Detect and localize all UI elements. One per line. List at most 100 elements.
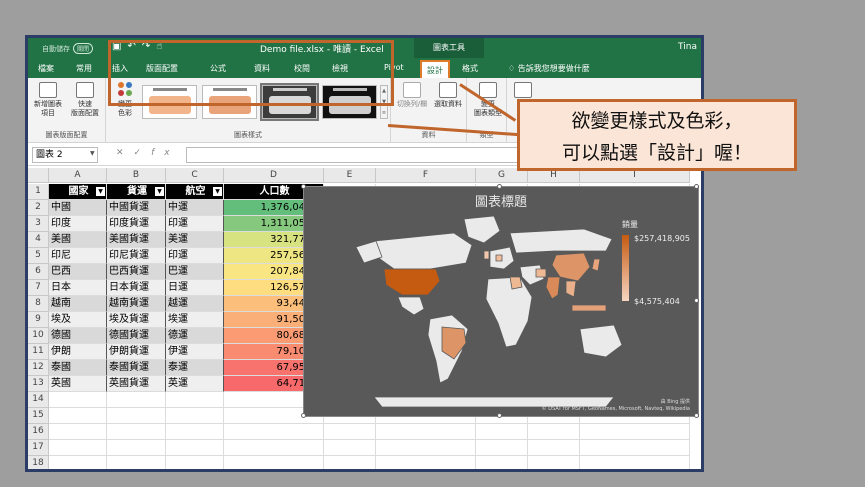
filter-dropdown-icon[interactable]: ▼ (213, 187, 222, 196)
cell-C9[interactable]: 埃運 (166, 312, 224, 328)
move-chart-button[interactable] (512, 82, 534, 100)
cell-B8[interactable]: 越南貨運 (107, 296, 166, 312)
tell-me-search[interactable]: ♢ 告訴我您想要做什麼 (508, 63, 590, 74)
select-all-corner[interactable] (28, 168, 49, 183)
chart-title[interactable]: 圖表標題 (304, 191, 698, 210)
cell-I18[interactable] (580, 456, 690, 469)
cell-C16[interactable] (166, 424, 224, 440)
cell-C2[interactable]: 中運 (166, 200, 224, 216)
tab-format[interactable]: 格式 (462, 63, 478, 74)
row-header-2[interactable]: 2 (28, 200, 49, 216)
cell-H18[interactable] (528, 456, 580, 469)
cell-D17[interactable] (224, 440, 324, 456)
cell-A15[interactable] (49, 408, 107, 424)
tab-file[interactable]: 檔案 (38, 63, 54, 74)
tab-design[interactable]: 設計 (420, 60, 450, 78)
cell-B15[interactable] (107, 408, 166, 424)
cell-D16[interactable] (224, 424, 324, 440)
cell-C11[interactable]: 伊運 (166, 344, 224, 360)
cell-F16[interactable] (376, 424, 476, 440)
enter-icon[interactable]: ✓ (134, 148, 152, 158)
resize-handle-right[interactable] (694, 298, 699, 303)
column-header-E[interactable]: E (324, 168, 376, 183)
cell-B2[interactable]: 中國貨運 (107, 200, 166, 216)
row-header-11[interactable]: 11 (28, 344, 49, 360)
cell-C12[interactable]: 泰運 (166, 360, 224, 376)
cell-C10[interactable]: 德運 (166, 328, 224, 344)
filter-dropdown-icon[interactable]: ▼ (155, 187, 164, 196)
row-header-14[interactable]: 14 (28, 392, 49, 408)
cell-E16[interactable] (324, 424, 376, 440)
row-header-13[interactable]: 13 (28, 376, 49, 392)
cell-A11[interactable]: 伊朗 (49, 344, 107, 360)
cell-C15[interactable] (166, 408, 224, 424)
cell-A5[interactable]: 印尼 (49, 248, 107, 264)
cell-A9[interactable]: 埃及 (49, 312, 107, 328)
tab-home[interactable]: 常用 (76, 63, 92, 74)
cell-E18[interactable] (324, 456, 376, 469)
cell-B7[interactable]: 日本貨運 (107, 280, 166, 296)
cell-B5[interactable]: 印尼貨運 (107, 248, 166, 264)
row-header-7[interactable]: 7 (28, 280, 49, 296)
cell-C13[interactable]: 英運 (166, 376, 224, 392)
row-header-3[interactable]: 3 (28, 216, 49, 232)
cell-A16[interactable] (49, 424, 107, 440)
switch-row-column-button[interactable]: 切換列/欄 (395, 82, 429, 109)
row-header-4[interactable]: 4 (28, 232, 49, 248)
cell-B1[interactable]: 貨運 ▼ (107, 184, 166, 200)
cell-C3[interactable]: 印運 (166, 216, 224, 232)
cell-B6[interactable]: 巴西貨運 (107, 264, 166, 280)
cell-H16[interactable] (528, 424, 580, 440)
row-header-8[interactable]: 8 (28, 296, 49, 312)
cell-G16[interactable] (476, 424, 528, 440)
cell-A13[interactable]: 英國 (49, 376, 107, 392)
row-header-16[interactable]: 16 (28, 424, 49, 440)
cell-A14[interactable] (49, 392, 107, 408)
cell-A18[interactable] (49, 456, 107, 469)
cell-C17[interactable] (166, 440, 224, 456)
resize-handle-bottom-right[interactable] (694, 413, 699, 418)
cell-A4[interactable]: 美國 (49, 232, 107, 248)
cell-B12[interactable]: 泰國貨運 (107, 360, 166, 376)
cell-F18[interactable] (376, 456, 476, 469)
cell-G17[interactable] (476, 440, 528, 456)
resize-handle-bottom[interactable] (497, 413, 502, 418)
column-header-D[interactable]: D (224, 168, 324, 183)
cell-A1[interactable]: 國家 ▼ (49, 184, 107, 200)
cell-G18[interactable] (476, 456, 528, 469)
cell-A6[interactable]: 巴西 (49, 264, 107, 280)
cell-A3[interactable]: 印度 (49, 216, 107, 232)
cell-C6[interactable]: 巴運 (166, 264, 224, 280)
cell-A10[interactable]: 德國 (49, 328, 107, 344)
resize-handle-bottom-left[interactable] (301, 413, 306, 418)
row-header-9[interactable]: 9 (28, 312, 49, 328)
cell-B13[interactable]: 英國貨運 (107, 376, 166, 392)
row-header-5[interactable]: 5 (28, 248, 49, 264)
cell-A8[interactable]: 越南 (49, 296, 107, 312)
cell-E17[interactable] (324, 440, 376, 456)
resize-handle-top-right[interactable] (694, 184, 699, 189)
cell-C18[interactable] (166, 456, 224, 469)
quick-layout-button[interactable]: 快速 版面配置 (66, 82, 104, 118)
insert-function-icon[interactable]: fx (151, 148, 180, 158)
cell-B16[interactable] (107, 424, 166, 440)
cell-F17[interactable] (376, 440, 476, 456)
name-box[interactable]: 圖表 2 (32, 147, 98, 163)
cell-B11[interactable]: 伊朗貨運 (107, 344, 166, 360)
cell-B9[interactable]: 埃及貨運 (107, 312, 166, 328)
cell-I16[interactable] (580, 424, 690, 440)
cell-I17[interactable] (580, 440, 690, 456)
cell-A17[interactable] (49, 440, 107, 456)
cell-D18[interactable] (224, 456, 324, 469)
cell-B10[interactable]: 德國貨運 (107, 328, 166, 344)
cell-A12[interactable]: 泰國 (49, 360, 107, 376)
filter-dropdown-icon[interactable]: ▼ (96, 187, 105, 196)
row-header-10[interactable]: 10 (28, 328, 49, 344)
cell-C5[interactable]: 印運 (166, 248, 224, 264)
cell-B3[interactable]: 印度貨運 (107, 216, 166, 232)
cell-A2[interactable]: 中國 (49, 200, 107, 216)
name-box-dropdown-icon[interactable]: ▼ (90, 150, 95, 157)
row-header-17[interactable]: 17 (28, 440, 49, 456)
row-header-18[interactable]: 18 (28, 456, 49, 469)
column-header-F[interactable]: F (376, 168, 476, 183)
